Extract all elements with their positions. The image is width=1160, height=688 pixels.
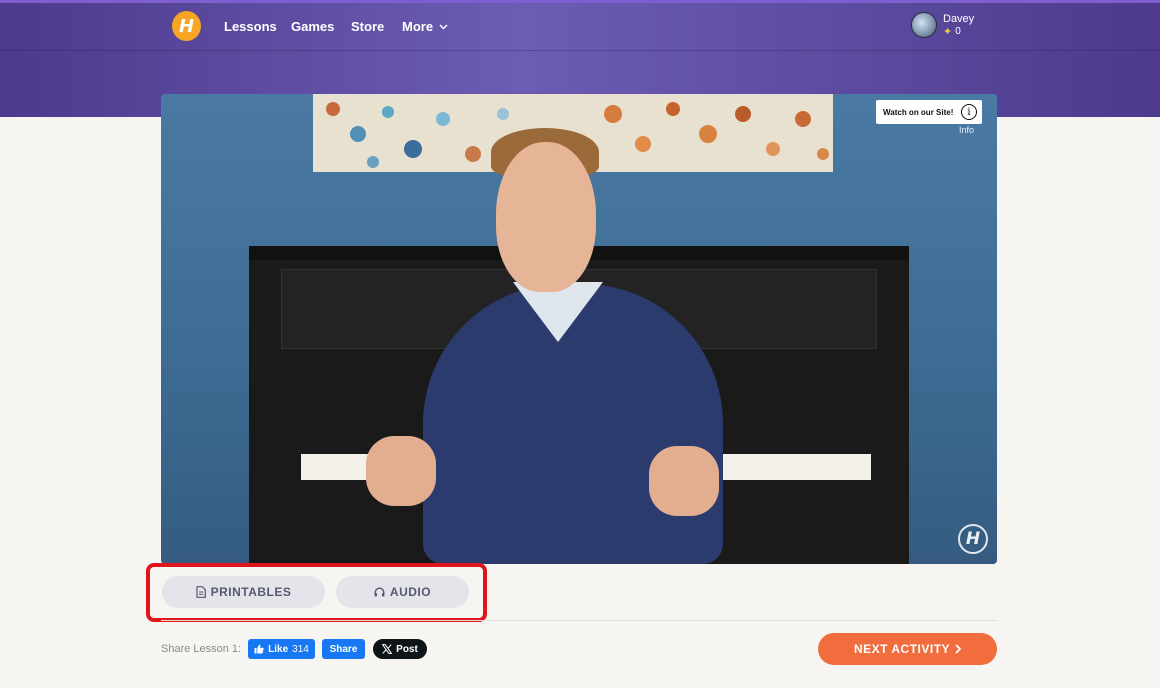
- nav-more-label: More: [402, 19, 434, 34]
- nav-games-link[interactable]: Games: [291, 19, 334, 34]
- info-label: Info: [959, 125, 975, 135]
- facebook-like-button[interactable]: Like 314: [248, 639, 315, 659]
- site-logo[interactable]: H: [172, 11, 201, 41]
- printables-button[interactable]: PRINTABLES: [162, 576, 325, 608]
- avatar: [911, 12, 937, 38]
- headphones-icon: [374, 587, 385, 597]
- logo-letter: H: [178, 15, 195, 37]
- info-icon[interactable]: i: [961, 104, 977, 120]
- printables-label: PRINTABLES: [210, 585, 292, 599]
- document-icon: [196, 586, 206, 598]
- video-watermark-letter: H: [965, 529, 981, 549]
- thumbs-up-icon: [254, 644, 264, 654]
- watch-on-site-button[interactable]: Watch on our Site! i: [876, 100, 982, 124]
- video-presenter-hand-right: [649, 446, 719, 516]
- user-menu[interactable]: Davey ✦ 0: [911, 12, 974, 38]
- video-presenter-body: [423, 284, 723, 564]
- post-label: Post: [396, 643, 418, 655]
- star-icon: ✦: [943, 25, 953, 38]
- share-lesson-label: Share Lesson 1:: [161, 643, 242, 655]
- facebook-share-button[interactable]: Share: [322, 639, 365, 659]
- share-label: Share: [329, 643, 358, 655]
- user-points: 0: [955, 25, 961, 37]
- nav-lessons-link[interactable]: Lessons: [224, 19, 277, 34]
- section-divider: [161, 620, 997, 621]
- lesson-video-player[interactable]: Watch on our Site! i Info H: [161, 94, 997, 564]
- x-post-button[interactable]: Post: [373, 639, 427, 659]
- video-keys-right: [721, 454, 871, 480]
- video-watermark-logo: H: [958, 524, 988, 554]
- x-logo-icon: [382, 644, 393, 654]
- video-presenter-head: [496, 142, 596, 292]
- chevron-right-icon: [955, 644, 962, 654]
- nav-store-link[interactable]: Store: [351, 19, 384, 34]
- video-presenter-hand-left: [366, 436, 436, 506]
- nav-more-menu[interactable]: More: [402, 19, 448, 34]
- next-activity-button[interactable]: NEXT ACTIVITY: [818, 633, 997, 665]
- nav-divider: [0, 50, 1160, 51]
- like-count: 314: [292, 643, 309, 655]
- user-name: Davey: [943, 12, 975, 25]
- watch-on-site-label: Watch on our Site!: [883, 107, 954, 117]
- audio-label: AUDIO: [389, 585, 432, 599]
- audio-button[interactable]: AUDIO: [336, 576, 469, 608]
- like-label: Like: [268, 643, 289, 655]
- chevron-down-icon: [439, 23, 448, 30]
- next-activity-label: NEXT ACTIVITY: [853, 642, 951, 656]
